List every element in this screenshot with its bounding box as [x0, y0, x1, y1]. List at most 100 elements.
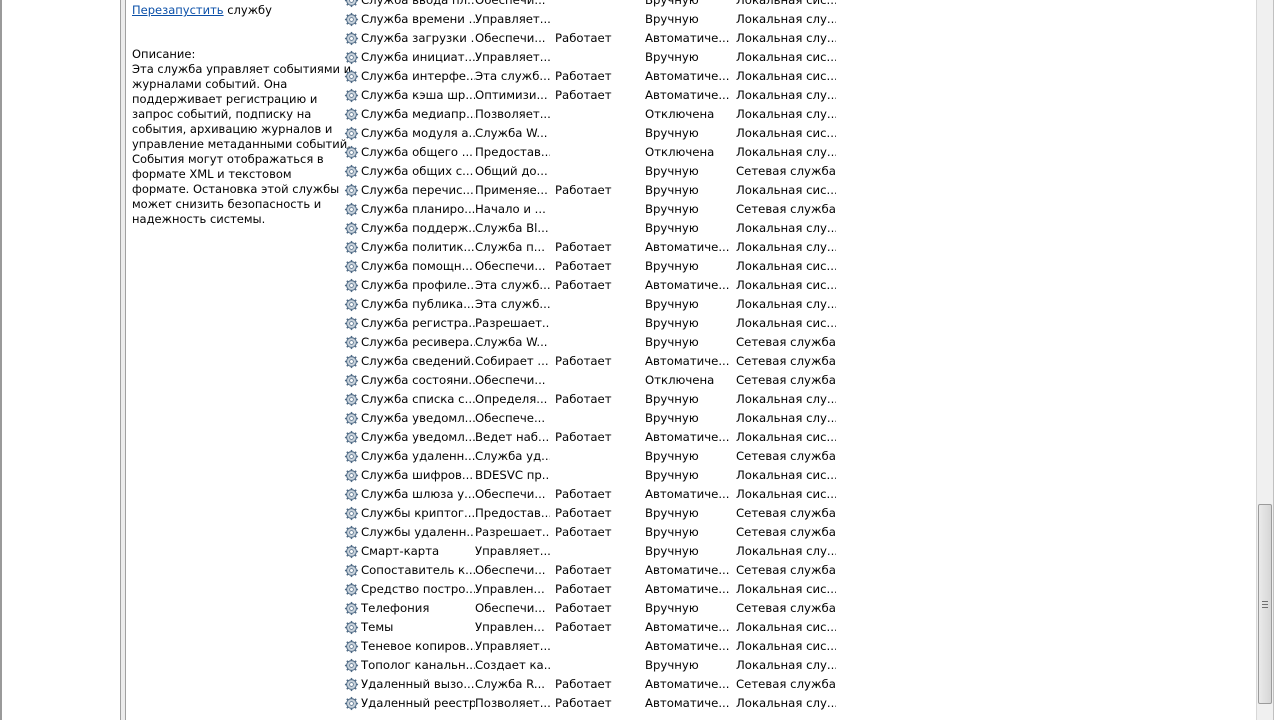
service-row[interactable]: Служба кэша шр... Оптимизи... Работает Авто…: [340, 86, 1240, 105]
service-description: Обеспечи...: [475, 31, 546, 45]
service-name: Служба уведомл...: [361, 430, 475, 444]
service-startup-type: Автоматиче...: [645, 639, 730, 653]
gear-icon: [344, 316, 360, 331]
service-row[interactable]: Служба списка с... Определя... Работает Вру…: [340, 390, 1240, 409]
service-startup-type: Автоматиче...: [645, 620, 730, 634]
service-logon-as: Локальная сис...: [736, 468, 836, 482]
service-name: Служба планиро...: [361, 202, 475, 216]
service-name: Теневое копиров...: [361, 639, 475, 653]
gear-icon: [344, 88, 360, 103]
service-row[interactable]: Служба модуля а... Служба W... Вручную Лока…: [340, 124, 1240, 143]
service-row[interactable]: Тополог канальн... Создает ка... Вручную Ло…: [340, 656, 1240, 675]
service-startup-type: Вручную: [645, 658, 699, 672]
service-row[interactable]: Темы Управлен... Работает Автоматиче... Лока…: [340, 618, 1240, 637]
service-row[interactable]: Служба состояни... Обеспечи... Отключена Се…: [340, 371, 1240, 390]
service-row[interactable]: Служба профиле... Эта служб... Работает Авт…: [340, 276, 1240, 295]
service-logon-as: Сетевая служба: [736, 677, 836, 691]
service-row[interactable]: Службы криптог... Предостав... Работает Вру…: [340, 504, 1240, 523]
service-row[interactable]: Сопоставитель к... Обеспечи... Работает Авт…: [340, 561, 1240, 580]
service-row[interactable]: Служба уведомл... Ведет наб... Работает Авт…: [340, 428, 1240, 447]
service-name: Служба общих с...: [361, 164, 474, 178]
service-startup-type: Автоматиче...: [645, 430, 730, 444]
gear-icon: [344, 335, 360, 350]
service-description: Эта служб...: [475, 278, 550, 292]
service-row[interactable]: Служба интерфе... Эта служб... Работает Авт…: [340, 67, 1240, 86]
gear-icon: [344, 639, 360, 654]
description-line: формате. Остановка этой службы: [132, 182, 340, 196]
vertical-scrollbar[interactable]: [1256, 0, 1273, 720]
scrollbar-thumb[interactable]: [1258, 504, 1272, 704]
gear-icon: [344, 12, 360, 27]
gear-icon: [344, 145, 360, 160]
service-row[interactable]: Смарт-карта Управляет... Вручную Локальная …: [340, 542, 1240, 561]
service-row[interactable]: Службы удаленн... Разрешает... Работает Вру…: [340, 523, 1240, 542]
service-row[interactable]: Служба общих с... Общий до... Вручную Сетев…: [340, 162, 1240, 181]
description-line: запрос событий, подписку на: [132, 107, 312, 121]
service-logon-as: Локальная слу...: [736, 221, 836, 235]
service-row[interactable]: Служба публика... Эта служб... Вручную Лока…: [340, 295, 1240, 314]
gear-icon: [344, 544, 360, 559]
service-name: Тополог канальн...: [361, 658, 475, 672]
service-description: Служба W...: [475, 335, 548, 349]
service-row[interactable]: Служба ресивера... Служба W... Вручную Сете…: [340, 333, 1240, 352]
service-row[interactable]: Телефония Обеспечи... Работает Вручную Сетев…: [340, 599, 1240, 618]
description-line: Эта служба управляет событиями и: [132, 62, 352, 76]
service-description: Управляет...: [475, 544, 550, 558]
service-startup-type: Вручную: [645, 335, 699, 349]
service-description: Собирает ...: [475, 354, 549, 368]
service-description: Применяе...: [475, 183, 548, 197]
service-name: Служба инициат...: [361, 50, 475, 64]
gear-icon: [344, 240, 360, 255]
service-row[interactable]: Служба сведений... Собирает ... Работает Ав…: [340, 352, 1240, 371]
service-row[interactable]: Удаленный вызо... Служба R... Работает Авто…: [340, 675, 1240, 694]
service-logon-as: Локальная сис...: [736, 582, 836, 596]
service-row[interactable]: Служба удаленн... Служба уд... Вручную Сете…: [340, 447, 1240, 466]
service-description: Обеспечи...: [475, 487, 546, 501]
service-status: Работает: [555, 88, 612, 102]
service-status: Работает: [555, 354, 612, 368]
gear-icon: [344, 31, 360, 46]
service-row[interactable]: Служба медиапр... Позволяет... Отключена Ло…: [340, 105, 1240, 124]
gear-icon: [344, 202, 360, 217]
services-list[interactable]: Служба ввода пл... Обеспечи... Вручную Лока…: [340, 0, 1240, 713]
service-row[interactable]: Служба регистра... Разрешает... Вручную Лок…: [340, 314, 1240, 333]
service-logon-as: Сетевая служба: [736, 354, 836, 368]
service-row[interactable]: Служба поддерж... Служба Bl... Вручную Лока…: [340, 219, 1240, 238]
service-row[interactable]: Служба загрузки ... Обеспечи... Работает Ав…: [340, 29, 1240, 48]
gear-icon: [344, 582, 360, 597]
service-row[interactable]: Служба общего ... Предостав... Отключена Ло…: [340, 143, 1240, 162]
description-line: События могут отображаться в: [132, 152, 324, 166]
service-row[interactable]: Служба ввода пл... Обеспечи... Вручную Лока…: [340, 0, 1240, 10]
service-row[interactable]: Служба времени ... Управляет... Вручную Лок…: [340, 10, 1240, 29]
description-line: журналами событий. Она: [132, 77, 288, 91]
service-name: Средство постро...: [361, 582, 475, 596]
service-row[interactable]: Служба перечис... Применяе... Работает Вруч…: [340, 181, 1240, 200]
service-logon-as: Локальная слу...: [736, 145, 836, 159]
service-logon-as: Локальная слу...: [736, 107, 836, 121]
service-row[interactable]: Удаленный реестр Позволяет... Работает Авто…: [340, 694, 1240, 713]
service-row[interactable]: Служба шифров... BDESVC пр... Вручную Локал…: [340, 466, 1240, 485]
service-logon-as: Сетевая служба: [736, 506, 836, 520]
service-row[interactable]: Теневое копиров... Управляет... Автоматиче…: [340, 637, 1240, 656]
restart-service-link[interactable]: Перезапустить: [132, 3, 224, 17]
service-startup-type: Вручную: [645, 525, 699, 539]
service-row[interactable]: Служба уведомл... Обеспече... Вручную Локал…: [340, 409, 1240, 428]
service-description: Предостав...: [475, 145, 550, 159]
service-logon-as: Сетевая служба: [736, 525, 836, 539]
service-row[interactable]: Средство постро... Управлен... Работает Авт…: [340, 580, 1240, 599]
gear-icon: [344, 278, 360, 293]
service-logon-as: Сетевая служба: [736, 563, 836, 577]
service-description: Разрешает...: [475, 525, 550, 539]
service-description: Управляет...: [475, 12, 550, 26]
service-row[interactable]: Служба политик... Служба п... Работает Авто…: [340, 238, 1240, 257]
service-logon-as: Сетевая служба: [736, 449, 836, 463]
service-row[interactable]: Служба инициат... Управляет... Вручную Лока…: [340, 48, 1240, 67]
service-description: Оптимизи...: [475, 88, 548, 102]
service-row[interactable]: Служба помощн... Обеспечи... Работает Вручн…: [340, 257, 1240, 276]
gear-icon: [344, 620, 360, 635]
service-startup-type: Вручную: [645, 50, 699, 64]
service-status: Работает: [555, 563, 612, 577]
service-row[interactable]: Служба шлюза у... Обеспечи... Работает Авто…: [340, 485, 1240, 504]
service-row[interactable]: Служба планиро... Начало и ... Вручную Сете…: [340, 200, 1240, 219]
service-startup-type: Автоматиче...: [645, 69, 730, 83]
